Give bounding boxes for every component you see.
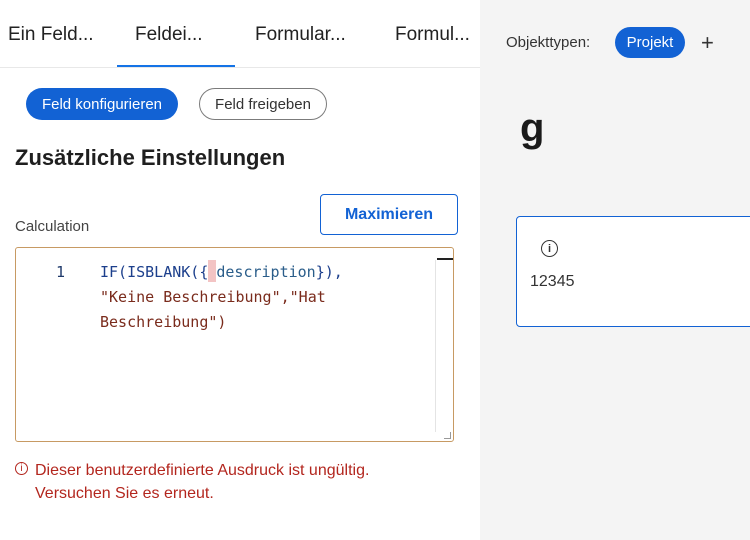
error-icon: i <box>15 462 28 475</box>
formula-editor[interactable]: 1 IF(ISBLANK({ description}), "Keine Besc… <box>15 247 454 442</box>
code-variable: description <box>216 263 316 281</box>
add-object-type-icon[interactable]: + <box>701 30 714 56</box>
field-editor-panel: Ein Feld... Feldei... Formular... Formul… <box>0 0 480 540</box>
code-string-1: "Keine Beschreibung","Hat <box>100 288 326 306</box>
resize-handle-icon[interactable] <box>444 432 451 439</box>
object-types-label: Objekttypen: <box>506 34 591 51</box>
error-message: i Dieser benutzerdefinierte Ausdruck ist… <box>15 459 369 505</box>
tab-bar: Ein Feld... Feldei... Formular... Formul… <box>0 0 480 70</box>
line-number: 1 <box>56 263 66 281</box>
preview-field-card[interactable]: i 12345 <box>516 216 750 327</box>
configure-field-button[interactable]: Feld konfigurieren <box>26 88 178 120</box>
code-text[interactable]: IF(ISBLANK({ description}), "Keine Beschr… <box>100 260 430 335</box>
tab-formular-2[interactable]: Formul... <box>395 24 470 46</box>
tab-ein-feld[interactable]: Ein Feld... <box>8 24 94 46</box>
minimize-icon[interactable] <box>437 258 453 260</box>
info-icon[interactable]: i <box>541 240 558 257</box>
share-field-button[interactable]: Feld freigeben <box>199 88 327 120</box>
calculation-label: Calculation <box>15 218 90 235</box>
code-function-close: }), <box>315 263 343 281</box>
editor-ruler <box>435 260 436 432</box>
tab-feldeinstellungen[interactable]: Feldei... <box>135 24 203 46</box>
code-function: IF(ISBLANK({ <box>100 263 209 281</box>
preview-value: 12345 <box>530 273 575 290</box>
tab-divider <box>0 67 480 68</box>
code-string-2: Beschreibung") <box>100 313 227 331</box>
error-text: Dieser benutzerdefinierte Ausdruck ist u… <box>35 462 370 502</box>
tab-formular-1[interactable]: Formular... <box>255 24 346 46</box>
preview-panel: Objekttypen: Projekt + g i 12345 <box>480 0 750 540</box>
preview-title: g <box>520 106 545 150</box>
object-type-chip-projekt[interactable]: Projekt <box>615 27 685 58</box>
section-title: Zusätzliche Einstellungen <box>15 145 286 170</box>
maximize-button[interactable]: Maximieren <box>320 194 458 235</box>
